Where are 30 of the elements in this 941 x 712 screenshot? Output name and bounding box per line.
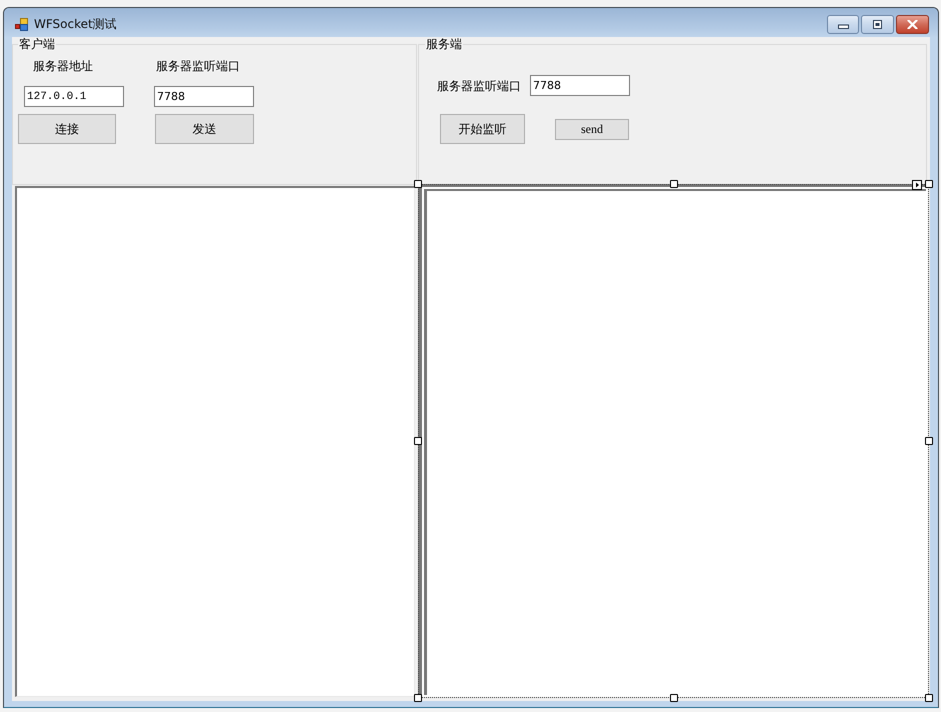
close-button[interactable] <box>896 15 929 34</box>
port-field[interactable]: 7788 <box>154 86 254 107</box>
resize-handle[interactable] <box>414 437 422 445</box>
resize-handle[interactable] <box>925 694 933 702</box>
field-label: 服务器监听端口 <box>437 78 521 92</box>
smart-tag-icon[interactable] <box>912 180 922 190</box>
text-area-field[interactable] <box>15 186 415 697</box>
resize-handle[interactable] <box>925 437 933 445</box>
connect-button[interactable]: 连接 <box>18 114 116 144</box>
port-field[interactable]: 7788 <box>530 75 630 96</box>
resize-handle[interactable] <box>925 180 933 188</box>
resize-handle[interactable] <box>670 694 678 702</box>
field-label: 服务器监听端口 <box>156 59 240 73</box>
resize-handle[interactable] <box>670 180 678 188</box>
text-area-field[interactable] <box>418 184 929 698</box>
resize-handle[interactable] <box>414 694 422 702</box>
group-title: 客户端 <box>18 37 56 51</box>
start-listen-button[interactable]: 开始监听 <box>440 114 525 144</box>
send-button[interactable]: 发送 <box>155 114 254 144</box>
send-button[interactable]: send <box>555 118 629 140</box>
field-label: 服务器地址 <box>33 59 93 73</box>
maximize-button[interactable] <box>861 15 894 34</box>
app-icon <box>15 18 28 31</box>
maximize-icon <box>872 20 883 29</box>
address-field[interactable]: 127.0.0.1 <box>24 86 124 107</box>
close-icon <box>907 20 918 29</box>
resize-handle[interactable] <box>414 180 422 188</box>
window-title: WFSocket测试 <box>34 16 118 33</box>
minimize-button[interactable] <box>827 15 859 34</box>
group-title: 服务端 <box>425 37 463 51</box>
